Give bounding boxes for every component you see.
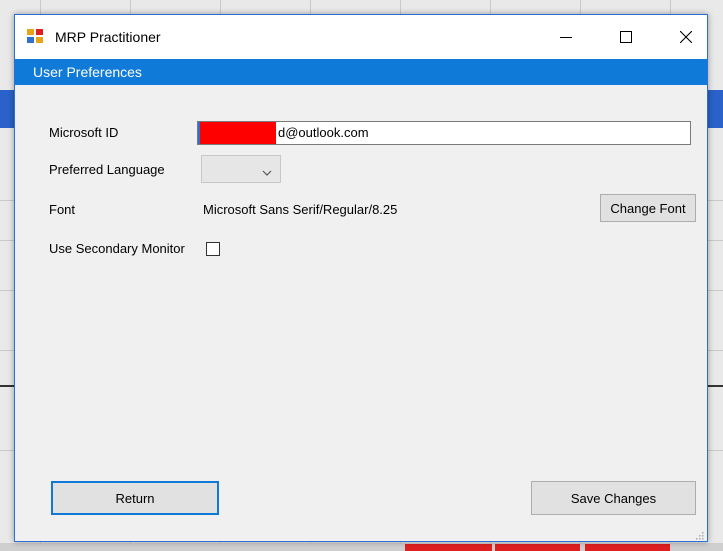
close-icon bbox=[680, 31, 692, 43]
microsoft-id-input[interactable]: d@outlook.com bbox=[197, 121, 691, 145]
save-changes-button[interactable]: Save Changes bbox=[531, 481, 696, 515]
background-red-cell bbox=[495, 544, 580, 551]
microsoft-id-value: d@outlook.com bbox=[278, 125, 369, 140]
return-button[interactable]: Return bbox=[51, 481, 219, 515]
save-changes-button-label: Save Changes bbox=[570, 490, 657, 506]
background-red-cell bbox=[585, 544, 670, 551]
change-font-button[interactable]: Change Font bbox=[600, 194, 696, 222]
font-label: Font bbox=[49, 202, 76, 217]
window-title: MRP Practitioner bbox=[55, 29, 161, 45]
title-bar[interactable]: MRP Practitioner bbox=[15, 15, 707, 59]
minimize-button[interactable] bbox=[543, 15, 589, 59]
app-icon bbox=[27, 29, 44, 44]
maximize-icon bbox=[620, 31, 632, 43]
secondary-monitor-checkbox[interactable] bbox=[206, 242, 220, 256]
microsoft-id-label: Microsoft ID bbox=[49, 125, 119, 140]
change-font-button-label: Change Font bbox=[610, 200, 686, 216]
minimize-icon bbox=[560, 31, 572, 43]
user-preferences-window: MRP Practitioner User Preferences Micros… bbox=[14, 14, 708, 542]
secondary-monitor-label: Use Secondary Monitor bbox=[49, 241, 185, 256]
preferred-language-label: Preferred Language bbox=[49, 162, 165, 177]
font-value: Microsoft Sans Serif/Regular/8.25 bbox=[203, 202, 398, 217]
form-content: Microsoft ID d@outlook.com Preferred Lan… bbox=[15, 85, 707, 541]
return-button-label: Return bbox=[115, 490, 155, 506]
section-banner: User Preferences bbox=[15, 59, 707, 85]
background-red-cell bbox=[405, 544, 492, 551]
redaction-block bbox=[198, 122, 276, 144]
chevron-down-icon bbox=[262, 165, 272, 180]
maximize-button[interactable] bbox=[603, 15, 649, 59]
preferred-language-select[interactable] bbox=[201, 155, 281, 183]
close-button[interactable] bbox=[663, 15, 709, 59]
resize-grip-icon[interactable] bbox=[694, 528, 704, 540]
banner-title: User Preferences bbox=[33, 64, 142, 80]
